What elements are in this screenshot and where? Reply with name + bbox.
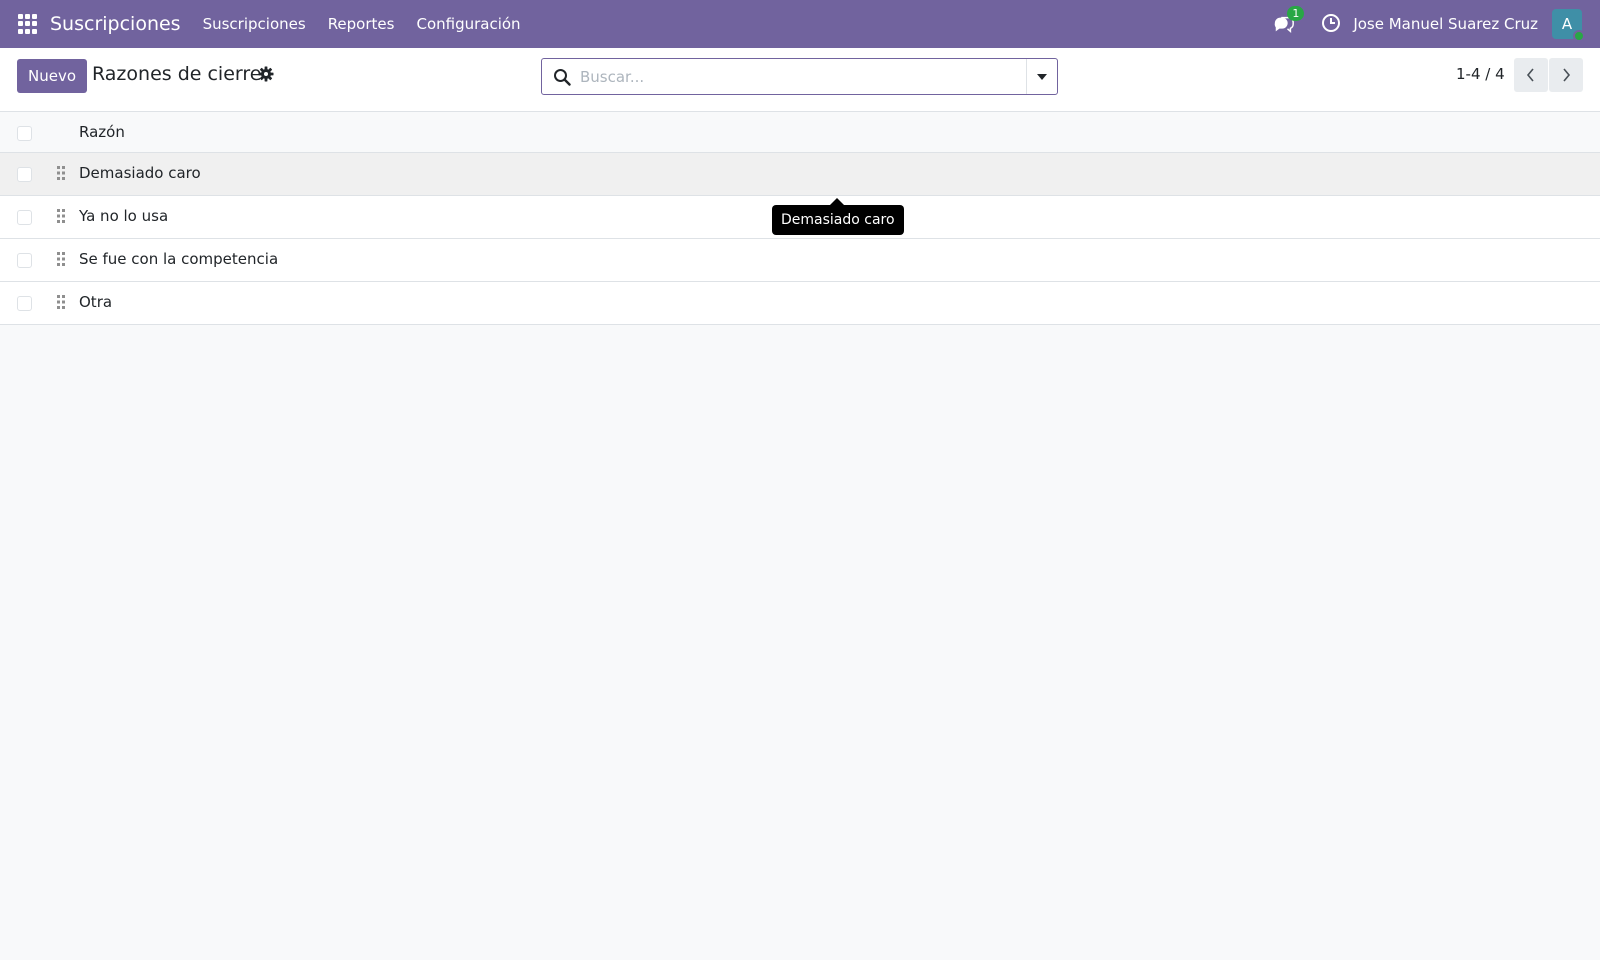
apps-menu-icon[interactable] [18, 14, 38, 34]
pager-next-button[interactable] [1549, 58, 1583, 92]
menu-item-reportes[interactable]: Reportes [328, 15, 395, 33]
row-name: Ya no lo usa [79, 207, 169, 225]
row-name: Otra [79, 293, 113, 311]
chevron-left-icon [1526, 68, 1534, 82]
new-button[interactable]: Nuevo [17, 59, 88, 93]
drag-handle-icon[interactable] [56, 208, 66, 224]
row-checkbox[interactable] [17, 210, 32, 225]
search-input[interactable] [580, 60, 1010, 93]
list-header: Razón [0, 113, 1600, 153]
drag-handle-icon[interactable] [56, 294, 66, 310]
column-header-razon[interactable]: Razón [79, 123, 125, 141]
tooltip: Demasiado caro [772, 205, 904, 235]
pager-previous-button[interactable] [1514, 58, 1548, 92]
user-name[interactable]: Jose Manuel Suarez Cruz [1353, 15, 1538, 33]
table-row[interactable]: Se fue con la competencia [0, 239, 1600, 282]
navbar-right: 1 Jose Manuel Suarez Cruz A [1273, 0, 1600, 48]
activity-clock-icon[interactable] [1321, 13, 1343, 35]
row-name: Demasiado caro [79, 164, 201, 182]
search-options-toggle[interactable] [1026, 59, 1057, 94]
table-row[interactable]: Otra [0, 282, 1600, 325]
table-row[interactable]: Demasiado caro [0, 153, 1600, 196]
control-panel: Nuevo Razones de cierre Buscar... 1-4 / … [0, 48, 1600, 112]
drag-handle-icon[interactable] [56, 165, 66, 181]
drag-handle-icon[interactable] [56, 251, 66, 267]
top-navbar: Suscripciones Suscripciones Reportes Con… [0, 0, 1600, 48]
menu-item-suscripciones[interactable]: Suscripciones [203, 15, 306, 33]
messages-badge: 1 [1287, 6, 1305, 21]
row-checkbox[interactable] [17, 296, 32, 311]
row-checkbox[interactable] [17, 253, 32, 268]
page-title: Razones de cierre [92, 63, 262, 85]
search-box [541, 58, 1058, 95]
search-icon [553, 68, 571, 86]
messages-icon[interactable]: 1 [1273, 6, 1305, 36]
tooltip-arrow [830, 198, 844, 205]
avatar[interactable]: A [1552, 9, 1585, 42]
pager-value[interactable]: 1-4 / 4 [1456, 65, 1505, 83]
online-status-indicator [1573, 30, 1585, 42]
menu-item-configuracion[interactable]: Configuración [416, 15, 520, 33]
gear-icon[interactable] [258, 66, 274, 82]
caret-down-icon [1037, 73, 1047, 80]
avatar-initial: A [1561, 15, 1573, 33]
select-all-checkbox[interactable] [17, 126, 32, 141]
chevron-right-icon [1563, 68, 1571, 82]
app-brand[interactable]: Suscripciones [50, 13, 181, 35]
row-name: Se fue con la competencia [79, 250, 279, 268]
row-checkbox[interactable] [17, 167, 32, 182]
